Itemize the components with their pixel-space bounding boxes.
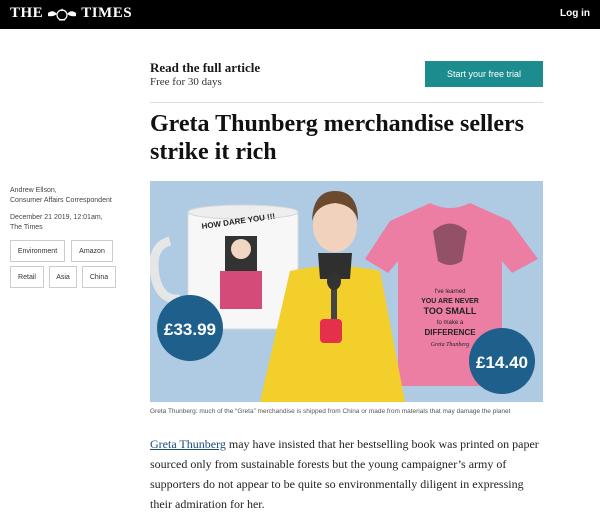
tag-china[interactable]: China (82, 266, 116, 288)
hero-image: HOW DARE YOU !!! I've learned YOU ARE NE… (150, 181, 543, 402)
author-name[interactable]: Andrew Ellson, (10, 186, 57, 196)
site-logo[interactable]: THE TIMES (10, 5, 132, 22)
article-body: Greta Thunberg may have insisted that he… (150, 434, 542, 514)
svg-text:£33.99: £33.99 (164, 320, 216, 339)
free-trial-button[interactable]: Start your free trial (425, 61, 543, 87)
publish-date: December 21 2019, 12:01am, (10, 214, 103, 221)
svg-text:£14.40: £14.40 (476, 353, 528, 372)
hero-illustration: HOW DARE YOU !!! I've learned YOU ARE NE… (150, 191, 538, 402)
article-headline: Greta Thunberg merchandise sellers strik… (150, 111, 524, 165)
crest-icon (48, 7, 77, 21)
svg-text:TOO SMALL: TOO SMALL (424, 306, 477, 316)
svg-text:YOU ARE NEVER: YOU ARE NEVER (421, 298, 479, 305)
price-badge-right: £14.40 (469, 328, 535, 394)
promo-title: Read the full article (150, 60, 261, 75)
svg-text:to make a: to make a (437, 320, 464, 326)
logo-text-times: TIMES (81, 5, 133, 21)
svg-text:DIFFERENCE: DIFFERENCE (424, 328, 476, 337)
top-bar: THE TIMES Log in (0, 0, 600, 29)
svg-text:Greta Thunberg: Greta Thunberg (431, 342, 469, 348)
body-link-greta-thunberg[interactable]: Greta Thunberg (150, 437, 226, 451)
promo-subtitle: Free for 30 days (150, 76, 222, 88)
tag-amazon[interactable]: Amazon (71, 240, 113, 262)
svg-text:I've learned: I've learned (435, 289, 466, 295)
author-role: Consumer Affairs Correspondent (10, 197, 112, 204)
publication-source: The Times (10, 224, 43, 231)
price-badge-left: £33.99 (157, 295, 223, 361)
login-link[interactable]: Log in (560, 8, 590, 19)
tag-environment[interactable]: Environment (10, 240, 65, 262)
tag-asia[interactable]: Asia (49, 266, 77, 288)
image-caption: Greta Thunberg: much of the “Greta” merc… (150, 408, 511, 415)
tag-retail[interactable]: Retail (10, 266, 44, 288)
logo-text-the: THE (10, 5, 44, 21)
divider (150, 102, 543, 103)
